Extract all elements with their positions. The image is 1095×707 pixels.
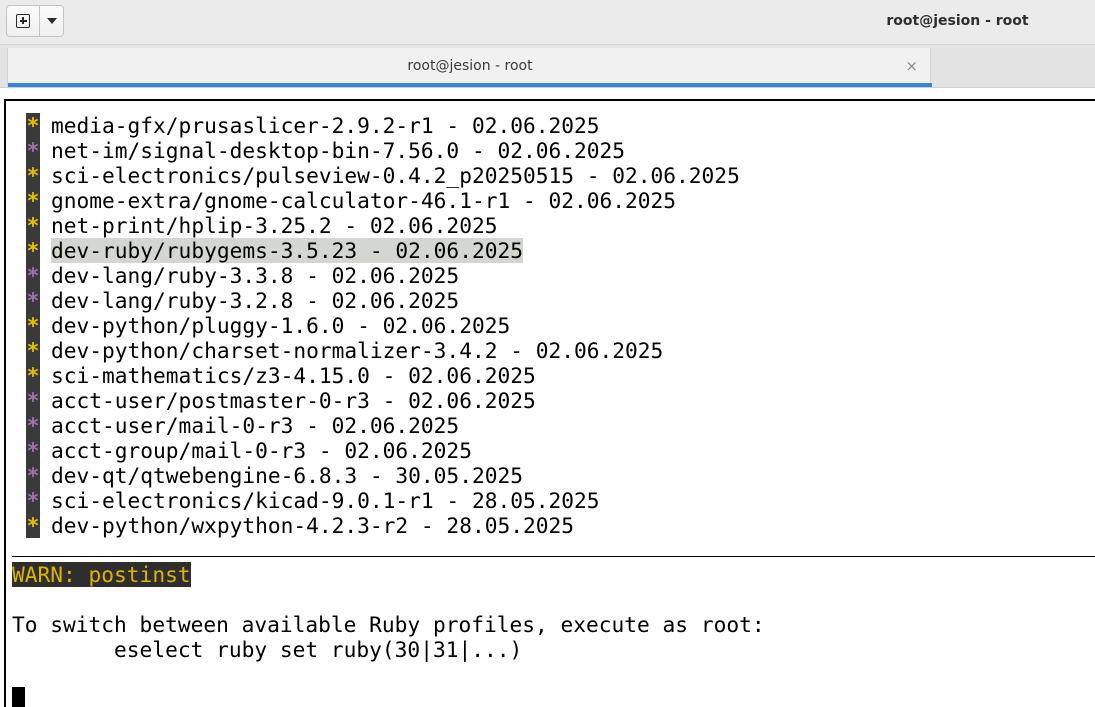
package-star-marker: * [26, 338, 40, 363]
package-entry: dev-python/pluggy-1.6.0 - 02.06.2025 [51, 313, 511, 338]
warning-label: WARN: postinst [12, 562, 191, 587]
package-entry: dev-python/charset-normalizer-3.4.2 - 02… [51, 338, 664, 363]
package-star-marker: * [26, 263, 40, 288]
command-line: eselect ruby set ruby(30|31|...) [12, 637, 523, 662]
terminal-view[interactable]: * media-gfx/prusaslicer-2.9.2-r1 - 02.06.… [4, 99, 1095, 707]
close-icon[interactable]: × [905, 57, 918, 75]
package-entry: dev-lang/ruby-3.2.8 - 02.06.2025 [51, 288, 460, 313]
package-entry: net-print/hplip-3.25.2 - 02.06.2025 [51, 213, 498, 238]
terminal-cursor [12, 687, 25, 707]
package-entry: acct-group/mail-0-r3 - 02.06.2025 [51, 438, 472, 463]
package-star-marker: * [26, 313, 40, 338]
package-entry: sci-mathematics/z3-4.15.0 - 02.06.2025 [51, 363, 536, 388]
package-entry: dev-python/wxpython-4.2.3-r2 - 28.05.202… [51, 513, 574, 538]
package-entry: sci-electronics/kicad-9.0.1-r1 - 28.05.2… [51, 488, 600, 513]
package-entry: acct-user/postmaster-0-r3 - 02.06.2025 [51, 388, 536, 413]
active-tab-indicator [8, 83, 932, 87]
window-titlebar: root@jesion - root [0, 0, 1095, 45]
package-entry: dev-lang/ruby-3.3.8 - 02.06.2025 [51, 263, 460, 288]
package-entry: acct-user/mail-0-r3 - 02.06.2025 [51, 413, 460, 438]
tab-root[interactable]: root@jesion - root × [7, 48, 932, 87]
package-entry: media-gfx/prusaslicer-2.9.2-r1 - 02.06.2… [51, 113, 600, 138]
package-star-marker: * [26, 163, 40, 188]
package-star-marker: * [26, 513, 40, 538]
separator-line [12, 556, 1095, 557]
package-entry: dev-ruby/rubygems-3.5.23 - 02.06.2025 [51, 238, 523, 263]
package-star-marker: * [26, 413, 40, 438]
package-star-marker: * [26, 288, 40, 313]
new-tab-button[interactable] [7, 6, 39, 36]
new-tab-menu-button[interactable] [39, 6, 63, 36]
package-star-marker: * [26, 113, 40, 138]
package-star-marker: * [26, 363, 40, 388]
package-star-marker: * [26, 188, 40, 213]
window-title: root@jesion - root [886, 13, 1029, 29]
message-line: To switch between available Ruby profile… [12, 612, 765, 637]
package-entry: dev-qt/qtwebengine-6.8.3 - 30.05.2025 [51, 463, 523, 488]
package-star-marker: * [26, 463, 40, 488]
package-star-marker: * [26, 138, 40, 163]
tab-label: root@jesion - root [407, 58, 533, 74]
package-star-marker: * [26, 388, 40, 413]
package-entry: gnome-extra/gnome-calculator-46.1-r1 - 0… [51, 188, 677, 213]
package-star-marker: * [26, 438, 40, 463]
new-tab-icon [16, 14, 31, 28]
package-star-marker: * [26, 213, 40, 238]
package-star-marker: * [26, 238, 40, 263]
chevron-down-icon [46, 18, 57, 24]
package-entry: net-im/signal-desktop-bin-7.56.0 - 02.06… [51, 138, 626, 163]
package-star-marker: * [26, 488, 40, 513]
new-tab-button-group [6, 5, 64, 37]
package-entry: sci-electronics/pulseview-0.4.2_p2025051… [51, 163, 740, 188]
tab-bar: root@jesion - root × [0, 45, 1095, 88]
